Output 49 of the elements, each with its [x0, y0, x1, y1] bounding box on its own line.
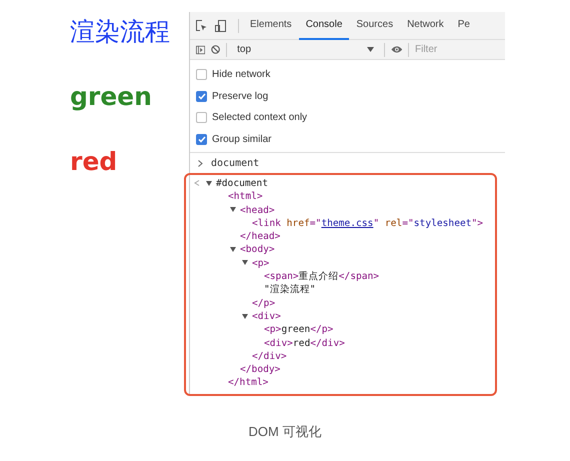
expand-arrow-icon[interactable]: [230, 247, 236, 252]
figure-caption: DOM 可视化: [248, 424, 322, 439]
link[interactable]: theme.css: [321, 218, 374, 229]
heading: 渲染流程: [70, 16, 171, 48]
code-line: <div>: [252, 310, 281, 324]
code-line: </p>: [252, 296, 276, 310]
heading: green: [70, 81, 153, 113]
checkbox[interactable]: [196, 112, 207, 124]
code-line: <div>red</div>: [264, 336, 345, 350]
code-line: <link href="theme.css" rel="stylesheet">: [252, 216, 484, 230]
heading: red: [70, 146, 118, 178]
code-line: <html>: [228, 190, 263, 204]
option-label: Group similar: [212, 132, 272, 147]
code-line: </body>: [240, 363, 280, 376]
code-line: </head>: [240, 230, 280, 244]
code-line: "渲染流程": [264, 283, 316, 297]
tab[interactable]: Sources: [349, 12, 400, 40]
checkbox[interactable]: [196, 69, 207, 80]
device-icon[interactable]: [215, 20, 226, 32]
inspect-icon[interactable]: [196, 20, 207, 31]
context-select[interactable]: top: [233, 42, 378, 57]
tab[interactable]: Network: [400, 12, 451, 40]
option-label: Hide network: [212, 68, 270, 82]
eye-icon[interactable]: [390, 45, 402, 54]
console-command-text: document: [211, 157, 260, 171]
sidebar-icon[interactable]: [196, 44, 206, 54]
tab[interactable]: Pe: [450, 12, 470, 40]
code-line: <body>: [240, 243, 275, 257]
code-line: <p>: [252, 256, 270, 270]
tab[interactable]: Elements: [243, 12, 299, 40]
code-line: <p>green</p>: [264, 323, 334, 337]
checkbox[interactable]: [196, 90, 207, 102]
filter-field[interactable]: Filter: [414, 42, 505, 57]
caret-icon: [366, 47, 374, 52]
prompt-icon: [198, 160, 203, 167]
checkbox[interactable]: [196, 134, 207, 145]
code-line: <head>: [240, 204, 275, 217]
code-line: </html>: [228, 376, 268, 390]
code-line: </div>: [252, 350, 287, 364]
option-label: Preserve log: [212, 90, 268, 104]
expand-arrow-icon[interactable]: [242, 314, 248, 319]
code-line: #document: [216, 177, 268, 190]
expand-arrow-icon[interactable]: [242, 260, 248, 266]
block-icon[interactable]: [211, 44, 220, 55]
option-label: Selected context only: [212, 111, 308, 126]
expand-arrow-icon[interactable]: [206, 180, 212, 186]
code-line: <span>重点介绍</span>: [264, 270, 380, 284]
result-icon: [194, 180, 200, 186]
expand-arrow-icon[interactable]: [230, 207, 236, 212]
